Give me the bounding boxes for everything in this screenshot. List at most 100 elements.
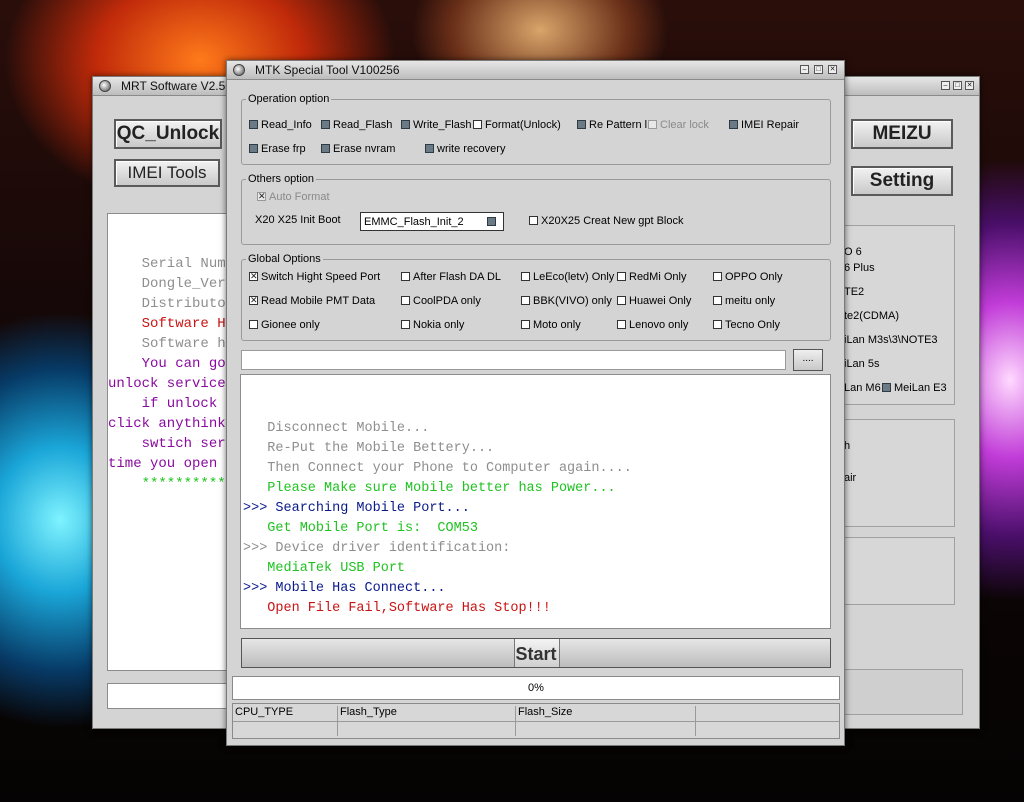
read-pmt-label: Read Mobile PMT Data <box>261 295 376 307</box>
erase-frp-option[interactable]: Erase frp <box>249 143 306 156</box>
gionee-label: Gionee only <box>261 319 320 331</box>
mtk-log-line: MediaTek USB Port <box>243 561 406 576</box>
progress-bar: 0% <box>232 676 840 700</box>
meilan-e3-option[interactable]: MeiLan E3 <box>882 382 947 394</box>
model-list-item[interactable]: Lan M6 <box>844 382 881 394</box>
auto-format-option[interactable]: Auto Format <box>257 191 330 204</box>
model-list-item[interactable]: 6 Plus <box>844 262 875 274</box>
auto-format-label: Auto Format <box>269 191 330 203</box>
oppo-label: OPPO Only <box>725 271 783 283</box>
model-list-panel: O 6 6 Plus TE2 te2(CDMA) iLan M3s\3\NOTE3 iLa… <box>843 225 955 405</box>
checkbox-icon <box>882 383 891 392</box>
mrt-log-area[interactable]: Serial Number Dongle_Version Distributor… <box>107 213 239 671</box>
clear-lock-option[interactable]: Clear lock <box>648 119 709 132</box>
write-recovery-option[interactable]: write recovery <box>425 143 505 156</box>
imei-repair-option[interactable]: IMEI Repair <box>729 119 799 132</box>
init-boot-dropdown[interactable]: EMMC_Flash_Init_2 <box>360 212 504 231</box>
mrt-log-line: Serial Number <box>108 256 239 272</box>
model-list-item[interactable]: TE2 <box>844 286 864 298</box>
mrt-log-line: You can go <box>108 356 226 372</box>
write-flash-option[interactable]: Write_Flash <box>401 119 471 132</box>
model-list-item[interactable]: O 6 <box>844 246 862 258</box>
status-header-empty <box>695 706 838 736</box>
meitu-option[interactable]: meitu only <box>713 295 775 308</box>
read-info-option[interactable]: Read_Info <box>249 119 312 132</box>
oppo-option[interactable]: OPPO Only <box>713 271 782 284</box>
mtk-log-line: >>> Mobile Has Connect... <box>243 581 446 596</box>
mtk-log-line: Get Mobile Port is: COM53 <box>243 521 478 536</box>
init-boot-label: X20 X25 Init Boot <box>255 214 341 226</box>
huawei-option[interactable]: Huawei Only <box>617 295 691 308</box>
setting-button[interactable]: Setting <box>851 166 953 196</box>
lenovo-option[interactable]: Lenovo only <box>617 319 688 332</box>
status-table: CPU_TYPE Flash_Type Flash_Size <box>232 703 840 739</box>
mtk-log-line: Re-Put the Mobile Bettery... <box>243 441 495 456</box>
mtk-log-line: Disconnect Mobile... <box>243 421 430 436</box>
imei-tools-button[interactable]: IMEI Tools <box>114 159 220 187</box>
model-list-item[interactable]: te2(CDMA) <box>844 310 899 322</box>
mrt-window-title: MRT Software V2.56 <box>121 79 232 93</box>
creat-gpt-option[interactable]: X20X25 Creat New gpt Block <box>529 215 683 228</box>
nokia-option[interactable]: Nokia only <box>401 319 464 332</box>
maximize-icon[interactable]: □ <box>953 81 962 90</box>
close-icon[interactable]: ✕ <box>965 81 974 90</box>
checkbox-icon <box>713 320 722 329</box>
clear-lock-label: Clear lock <box>660 119 709 131</box>
model-list-item[interactable]: iLan 5s <box>844 358 879 370</box>
mtk-log-line: Please Make sure Mobile better has Power… <box>243 481 616 496</box>
format-unlock-label: Format(Unlock) <box>485 119 561 131</box>
close-icon[interactable]: ✕ <box>828 65 837 74</box>
switch-speed-option[interactable]: Switch Hight Speed Port <box>249 271 380 284</box>
dropdown-arrow-icon[interactable] <box>487 217 496 226</box>
after-flash-option[interactable]: After Flash DA DL <box>401 271 501 284</box>
redmi-option[interactable]: RedMi Only <box>617 271 686 284</box>
model-list-item[interactable]: iLan M3s\3\NOTE3 <box>844 334 938 346</box>
others-option-legend: Others option <box>248 173 315 185</box>
checkbox-icon <box>249 320 258 329</box>
tecno-option[interactable]: Tecno Only <box>713 319 780 332</box>
start-button[interactable]: Start <box>241 638 831 668</box>
file-path-input[interactable] <box>241 350 786 370</box>
qc-unlock-button[interactable]: QC_Unlock <box>114 119 222 149</box>
side-panel-2-line-2: air <box>844 472 857 484</box>
checkbox-icon <box>617 320 626 329</box>
moto-option[interactable]: Moto only <box>521 319 581 332</box>
mtk-log-line: >>> Device driver identification: <box>243 541 511 556</box>
minimize-icon[interactable]: – <box>941 81 950 90</box>
format-unlock-option[interactable]: Format(Unlock) <box>473 119 561 132</box>
maximize-icon[interactable]: □ <box>814 65 823 74</box>
checkbox-icon <box>521 320 530 329</box>
read-flash-label: Read_Flash <box>333 119 393 131</box>
app-icon <box>99 80 111 92</box>
checkbox-icon <box>729 120 738 129</box>
read-pmt-option[interactable]: Read Mobile PMT Data <box>249 295 375 308</box>
mtk-window-title: MTK Special Tool V100256 <box>255 63 400 77</box>
mtk-titlebar: MTK Special Tool V100256 – □ ✕ <box>227 61 844 80</box>
browse-button[interactable]: .... <box>793 349 823 371</box>
meizu-button[interactable]: MEIZU <box>851 119 953 149</box>
erase-frp-label: Erase frp <box>261 143 306 155</box>
re-pattern-option[interactable]: Re Pattern l <box>577 119 647 132</box>
checkbox-icon <box>401 120 410 129</box>
erase-nvram-option[interactable]: Erase nvram <box>321 143 395 156</box>
mrt-log-line: Distributor <box>108 296 235 312</box>
coolpda-label: CoolPDA only <box>413 295 481 307</box>
start-label: Start <box>515 644 557 664</box>
coolpda-option[interactable]: CoolPDA only <box>401 295 481 308</box>
mtk-log-area[interactable]: Disconnect Mobile... Re-Put the Mobile B… <box>240 374 831 629</box>
read-flash-option[interactable]: Read_Flash <box>321 119 392 132</box>
leeco-option[interactable]: LeEco(letv) Only <box>521 271 614 284</box>
checkbox-icon <box>249 295 258 305</box>
erase-nvram-label: Erase nvram <box>333 143 396 155</box>
mtk-log-line: >>> Searching Mobile Port... <box>243 501 470 516</box>
operation-option-legend: Operation option <box>248 93 330 105</box>
minimize-icon[interactable]: – <box>800 65 809 74</box>
mtk-tool-window: MTK Special Tool V100256 – □ ✕ Operation… <box>226 60 845 746</box>
init-boot-value: EMMC_Flash_Init_2 <box>364 216 464 228</box>
bbk-option[interactable]: BBK(VIVO) only <box>521 295 612 308</box>
checkbox-icon <box>249 120 258 129</box>
redmi-label: RedMi Only <box>629 271 687 283</box>
nokia-label: Nokia only <box>413 319 465 331</box>
gionee-option[interactable]: Gionee only <box>249 319 320 332</box>
re-pattern-label: Re Pattern l <box>589 119 648 131</box>
